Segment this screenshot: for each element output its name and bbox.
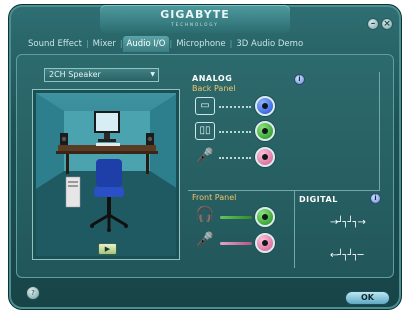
digital-info-icon[interactable]: i xyxy=(370,193,381,204)
brand-subtext: TECHNOLOGY xyxy=(171,22,219,27)
jack-pink[interactable] xyxy=(255,147,275,167)
jack-blue[interactable] xyxy=(255,96,275,116)
brand-logo: GIGABYTE TECHNOLOGY xyxy=(100,5,290,33)
tab-sound-effect[interactable]: Sound Effect xyxy=(24,36,86,52)
room-scene xyxy=(36,93,176,256)
front-jack-pink[interactable] xyxy=(255,233,275,253)
spdif-in-icon: ←┘┐┘┐─ xyxy=(330,250,363,261)
front-connector-pink xyxy=(220,242,252,245)
front-jack-green[interactable] xyxy=(255,207,275,227)
spdif-out-icon: →┘┐┘┐→ xyxy=(330,217,366,228)
analog-info-icon[interactable]: i xyxy=(294,74,305,85)
close-icon[interactable]: × xyxy=(381,18,393,30)
headphones-icon: 🎧 xyxy=(195,205,215,223)
front-panel-label: Front Panel xyxy=(192,193,237,202)
connector-line xyxy=(219,106,251,108)
speaker-room-preview xyxy=(32,89,180,260)
tab-bar: Sound Effect | Mixer | Audio I/O | Micro… xyxy=(24,36,307,52)
jack-green[interactable] xyxy=(255,121,275,141)
minimize-icon[interactable]: – xyxy=(367,18,379,30)
tab-audio-io[interactable]: Audio I/O xyxy=(122,36,170,52)
digital-title: DIGITAL xyxy=(299,195,338,204)
ok-button[interactable]: OK xyxy=(345,291,390,305)
play-button[interactable]: ▶ xyxy=(98,243,117,255)
front-microphone-icon: 🎤 xyxy=(196,232,214,248)
speaker-config-select[interactable]: 2CH Speaker ▼ xyxy=(44,68,159,82)
back-panel-label: Back Panel xyxy=(192,84,236,93)
tab-mixer[interactable]: Mixer xyxy=(89,36,120,52)
help-icon[interactable]: ? xyxy=(26,286,40,300)
room-illustration xyxy=(36,93,176,256)
brand-text: GIGABYTE xyxy=(160,8,230,21)
speaker-config-value: 2CH Speaker xyxy=(49,70,101,79)
front-connector-green xyxy=(220,216,252,219)
chevron-down-icon: ▼ xyxy=(150,71,155,78)
tab-microphone[interactable]: Microphone xyxy=(172,36,229,52)
connector-line xyxy=(219,157,251,159)
microphone-icon: 🎤 xyxy=(196,148,214,164)
tab-3d-audio-demo[interactable]: 3D Audio Demo xyxy=(232,36,307,52)
connector-line xyxy=(219,131,251,133)
speaker-out-icon: ▯▯ xyxy=(195,122,215,140)
analog-title: ANALOG xyxy=(192,74,233,83)
line-in-icon: ▭ xyxy=(195,97,215,115)
